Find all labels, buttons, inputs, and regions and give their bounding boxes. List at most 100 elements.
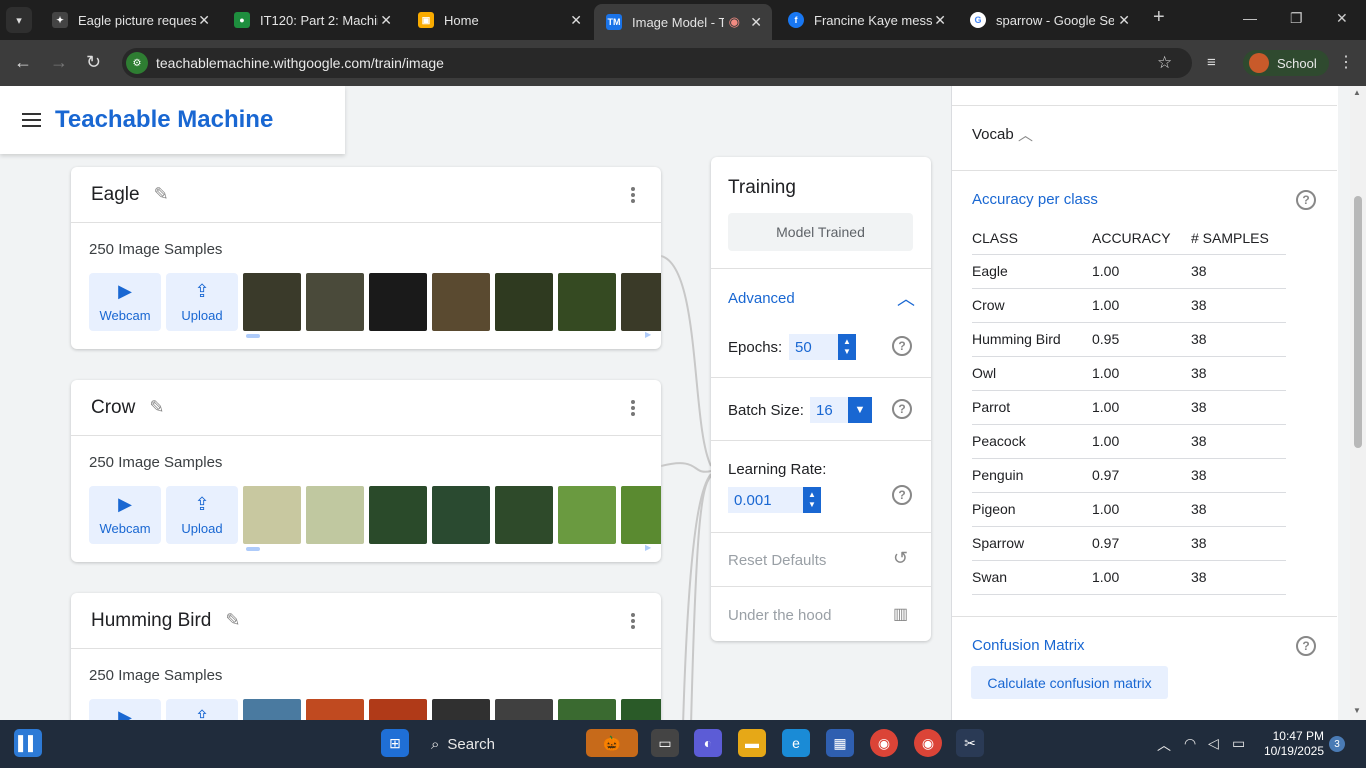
help-icon[interactable]: ? [1296, 190, 1316, 210]
tab-it120[interactable]: ● IT120: Part 2: Machine ✕ [222, 4, 402, 36]
close-icon[interactable]: ✕ [750, 14, 762, 31]
menu-dots-icon[interactable]: ⋮ [1338, 52, 1354, 72]
chevron-up-icon[interactable]: ︿ [1018, 124, 1033, 145]
batch-size-select[interactable]: 16 ▼ [810, 397, 872, 423]
upload-button[interactable]: ⇪Upload [166, 273, 238, 331]
epochs-stepper[interactable]: 50 ▲ ▼ [789, 334, 856, 360]
hamburger-menu-icon[interactable] [22, 113, 41, 127]
sample-thumbnail[interactable] [243, 273, 301, 331]
sample-thumbnail[interactable] [369, 273, 427, 331]
sample-thumbnail[interactable] [621, 699, 661, 720]
forward-arrow-icon[interactable]: → [50, 52, 68, 73]
sample-thumbnail[interactable] [558, 273, 616, 331]
more-options-icon[interactable] [631, 613, 635, 631]
sample-thumbnail[interactable] [306, 486, 364, 544]
help-icon[interactable]: ? [1296, 636, 1316, 656]
webcam-button[interactable]: ▶Webcam [89, 273, 161, 331]
calculate-confusion-matrix-button[interactable]: Calculate confusion matrix [971, 666, 1168, 699]
edge-icon[interactable]: e [782, 729, 810, 757]
sample-thumbnail[interactable] [243, 699, 301, 720]
webcam-button[interactable]: ▶Webcam [89, 486, 161, 544]
webcam-button[interactable]: ▶Webcam [89, 699, 161, 720]
new-tab-button[interactable]: + [1153, 6, 1165, 29]
learning-rate-stepper[interactable]: 0.001 ▲ ▼ [728, 487, 821, 513]
help-icon[interactable]: ? [892, 336, 912, 356]
volume-icon[interactable]: ◁ [1208, 735, 1219, 752]
class-name[interactable]: Humming Bird [91, 610, 211, 632]
tab-eagle-picture[interactable]: ✦ Eagle picture request ✕ [40, 4, 220, 36]
close-icon[interactable]: ✕ [570, 12, 582, 29]
stepper-arrows-icon[interactable]: ▲ ▼ [803, 487, 821, 513]
sample-thumbnail[interactable] [432, 699, 490, 720]
sample-thumbnail[interactable] [495, 273, 553, 331]
thumbnail-scrollbar[interactable] [246, 547, 260, 551]
sample-thumbnail[interactable] [621, 486, 661, 544]
tab-image-model[interactable]: TM Image Model - Te ◉ ✕ [594, 4, 772, 40]
tab-home[interactable]: ▣ Home ✕ [406, 4, 592, 36]
advanced-toggle[interactable]: Advanced [728, 290, 795, 307]
scroll-down-icon[interactable]: ▼ [1353, 706, 1361, 715]
taskbar-search[interactable]: ⌕ Search [421, 729, 581, 759]
sample-thumbnail[interactable] [369, 699, 427, 720]
scrollbar-thumb[interactable] [1354, 196, 1362, 448]
close-icon[interactable]: ✕ [198, 12, 210, 29]
help-icon[interactable]: ? [892, 399, 912, 419]
close-icon[interactable]: ✕ [380, 12, 392, 29]
file-explorer-icon[interactable]: ▬ [738, 729, 766, 757]
pencil-icon[interactable]: ✎ [149, 397, 164, 418]
windows-start-icon[interactable]: ⊞ [381, 729, 409, 757]
reload-icon[interactable]: ↻ [86, 52, 101, 73]
scroll-right-icon[interactable]: ▶ [645, 330, 651, 339]
sample-thumbnail[interactable] [495, 699, 553, 720]
teams-icon[interactable]: ◐ [694, 729, 722, 757]
sample-thumbnail[interactable] [621, 273, 661, 331]
more-options-icon[interactable] [631, 187, 635, 205]
window-close-button[interactable]: ✕ [1336, 10, 1348, 27]
wifi-icon[interactable]: ◠ [1184, 735, 1196, 752]
history-icon[interactable]: ↺ [893, 548, 908, 569]
model-trained-button[interactable]: Model Trained [728, 213, 913, 251]
upload-button[interactable]: ⇪Upload [166, 699, 238, 720]
under-the-hood-button[interactable]: Under the hood [728, 607, 831, 624]
halloween-widget-icon[interactable]: 🎃 [586, 729, 638, 757]
widgets-icon[interactable]: ▌▌ [14, 729, 42, 757]
upload-button[interactable]: ⇪Upload [166, 486, 238, 544]
page-scrollbar[interactable]: ▲ ▼ [1350, 86, 1366, 720]
chevron-up-icon[interactable]: ︿ [897, 285, 915, 311]
class-name[interactable]: Eagle [91, 184, 140, 206]
vocab-toggle[interactable]: Vocab [972, 126, 1014, 143]
bookmark-star-icon[interactable]: ☆ [1157, 53, 1172, 73]
sample-thumbnail[interactable] [369, 486, 427, 544]
thumbnail-scrollbar[interactable] [246, 334, 260, 338]
chrome-icon[interactable]: ◉ [870, 729, 898, 757]
notification-badge[interactable]: 3 [1329, 736, 1345, 752]
scroll-up-icon[interactable]: ▲ [1353, 88, 1361, 97]
sample-thumbnail[interactable] [243, 486, 301, 544]
sample-thumbnail[interactable] [306, 273, 364, 331]
battery-icon[interactable]: ▭ [1232, 735, 1245, 752]
address-bar[interactable]: ⚙ teachablemachine.withgoogle.com/train/… [122, 48, 1192, 78]
tab-google-search[interactable]: G sparrow - Google Sea ✕ [958, 4, 1140, 36]
scroll-right-icon[interactable]: ▶ [645, 543, 651, 552]
maximize-button[interactable]: ❐ [1290, 10, 1303, 27]
help-icon[interactable]: ? [892, 485, 912, 505]
sample-thumbnail[interactable] [495, 486, 553, 544]
clock[interactable]: 10:47 PM 10/19/2025 [1262, 729, 1324, 759]
site-info-icon[interactable]: ⚙ [126, 52, 148, 74]
pencil-icon[interactable]: ✎ [225, 610, 240, 631]
pencil-icon[interactable]: ✎ [154, 184, 169, 205]
stepper-arrows-icon[interactable]: ▲ ▼ [838, 334, 856, 360]
minimize-button[interactable]: — [1243, 10, 1257, 26]
close-icon[interactable]: ✕ [1118, 12, 1130, 29]
close-icon[interactable]: ✕ [934, 12, 946, 29]
profile-button[interactable]: School [1243, 50, 1329, 76]
class-name[interactable]: Crow [91, 397, 135, 419]
tab-search-button[interactable]: ▾ [6, 7, 32, 33]
dropdown-arrow-icon[interactable]: ▼ [848, 397, 872, 423]
store-icon[interactable]: ▦ [826, 729, 854, 757]
sample-thumbnail[interactable] [432, 486, 490, 544]
more-options-icon[interactable] [631, 400, 635, 418]
back-arrow-icon[interactable]: ← [14, 52, 32, 73]
bar-chart-icon[interactable]: ▥ [893, 604, 908, 624]
sample-thumbnail[interactable] [306, 699, 364, 720]
